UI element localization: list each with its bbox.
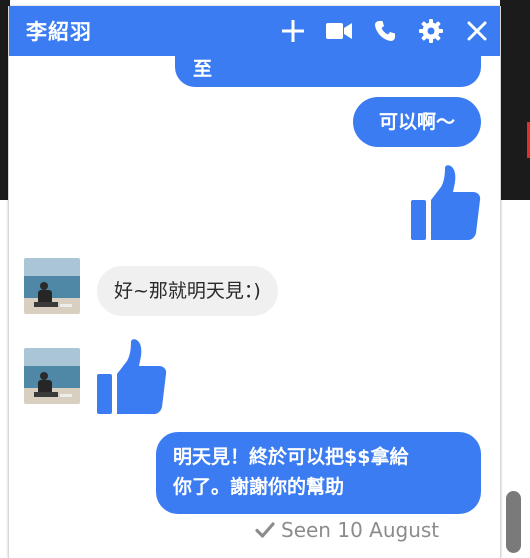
message-text: 至	[193, 58, 213, 80]
chat-titlebar: 李紹羽	[9, 6, 500, 56]
background-page-dark-area	[500, 0, 530, 200]
message-bubble-outgoing[interactable]: 至	[175, 56, 481, 87]
message-text-line: 你了。謝謝你的幫助	[173, 476, 345, 498]
message-bubble-outgoing[interactable]: 明天見！終於可以把$$拿給 你了。謝謝你的幫助	[156, 432, 481, 514]
gear-icon[interactable]	[408, 6, 454, 56]
seen-status-text: Seen 10 August	[281, 518, 440, 542]
message-list-scrollbar[interactable]	[506, 491, 521, 553]
seen-status: Seen 10 August	[255, 516, 439, 544]
message-bubble-incoming[interactable]: 好~那就明天見：)	[97, 266, 278, 316]
message-bubble-outgoing[interactable]: 可以啊～	[353, 97, 481, 147]
avatar[interactable]	[24, 348, 80, 404]
plus-icon[interactable]	[270, 6, 316, 56]
chat-window: 李紹羽 至 可以啊～ 好~那就明天見：) 明天見！終於可以把$$拿給 你了。謝謝…	[8, 6, 501, 558]
thumbs-up-icon	[97, 339, 167, 414]
phone-icon[interactable]	[362, 6, 408, 56]
message-text-line: 明天見！終於可以把$$拿給	[173, 446, 409, 468]
titlebar-actions	[270, 6, 500, 56]
thumbs-up-icon	[411, 165, 481, 240]
avatar[interactable]	[24, 258, 80, 314]
message-text: 好~那就明天見：)	[114, 280, 261, 302]
message-text: 可以啊～	[378, 111, 455, 133]
chat-title[interactable]: 李紹羽	[26, 16, 92, 46]
checkmark-icon	[255, 522, 275, 538]
video-call-icon[interactable]	[316, 6, 362, 56]
close-icon[interactable]	[454, 6, 500, 56]
message-list[interactable]: 至 可以啊～ 好~那就明天見：) 明天見！終於可以把$$拿給 你了。謝謝你的幫助	[9, 56, 500, 558]
